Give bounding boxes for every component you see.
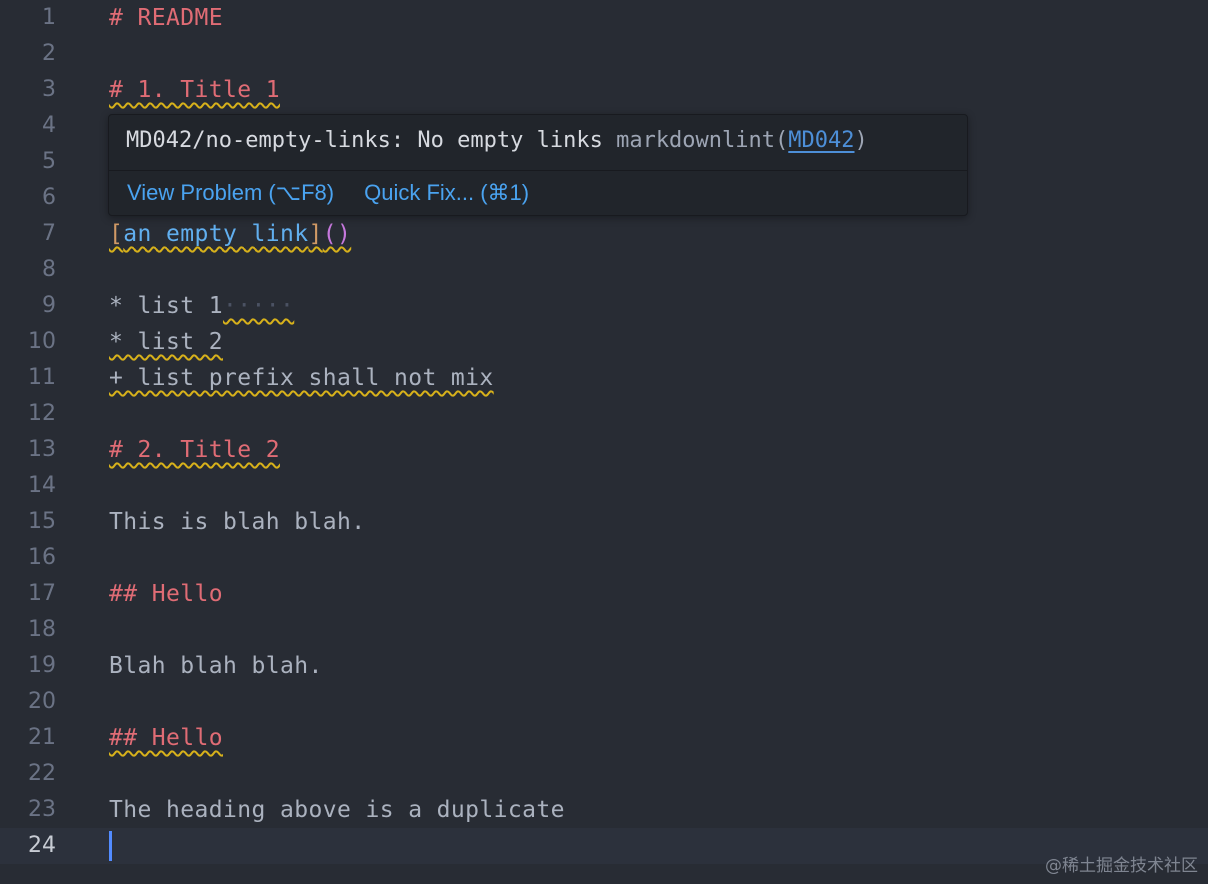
- line-number: 17: [28, 581, 56, 606]
- line-content[interactable]: * list 2: [109, 324, 223, 360]
- line-number: 1: [42, 5, 56, 30]
- line-number: 21: [28, 725, 56, 750]
- editor-line[interactable]: 3 # 1. Title 1: [0, 72, 1208, 108]
- line-number: 8: [42, 257, 56, 282]
- line-number: 3: [42, 77, 56, 102]
- line-number: 7: [42, 221, 56, 246]
- line-content[interactable]: ## Hello: [109, 720, 223, 756]
- editor-line[interactable]: 24: [0, 828, 1208, 864]
- diagnostic-hover-widget: MD042/no-empty-links: No empty links mar…: [108, 114, 968, 216]
- lint-warning-token: + list prefix shall not mix: [109, 365, 494, 391]
- editor-line[interactable]: 23 The heading above is a duplicate: [0, 792, 1208, 828]
- quick-fix-link[interactable]: Quick Fix... (⌘1): [364, 180, 529, 205]
- editor-line[interactable]: 19 Blah blah blah.: [0, 648, 1208, 684]
- editor-line[interactable]: 17 ## Hello: [0, 576, 1208, 612]
- code-token: # README: [109, 5, 223, 31]
- code-token: The heading above is a duplicate: [109, 797, 565, 823]
- code-token: ## Hello: [109, 581, 223, 607]
- editor-line[interactable]: 13 # 2. Title 2: [0, 432, 1208, 468]
- line-number: 10: [28, 329, 56, 354]
- code-token: * list 1: [109, 293, 223, 319]
- diagnostic-message: MD042/no-empty-links: No empty links mar…: [126, 123, 868, 159]
- line-number: 23: [28, 797, 56, 822]
- lint-warning-token: an empty link: [123, 221, 309, 247]
- line-number: 20: [28, 689, 56, 714]
- diagnostic-source: markdownlint(: [616, 128, 789, 153]
- line-number: 2: [42, 41, 56, 66]
- watermark: @稀土掘金技术社区: [1045, 856, 1198, 876]
- line-content[interactable]: # 1. Title 1: [109, 72, 280, 108]
- line-content[interactable]: Blah blah blah.: [109, 648, 323, 684]
- diagnostic-code-link[interactable]: MD042: [788, 128, 854, 153]
- line-number: 12: [28, 401, 56, 426]
- editor-line[interactable]: 8: [0, 252, 1208, 288]
- lint-warning-token: [: [109, 221, 124, 247]
- lint-warning-token: * list 2: [109, 329, 223, 355]
- editor-line[interactable]: 1 # README: [0, 0, 1208, 36]
- text-cursor: [109, 831, 112, 861]
- editor-line[interactable]: 10 * list 2: [0, 324, 1208, 360]
- line-number: 22: [28, 761, 56, 786]
- view-problem-link[interactable]: View Problem (⌥F8): [127, 180, 334, 205]
- editor-line[interactable]: 2: [0, 36, 1208, 72]
- line-content[interactable]: * list 1·····: [109, 288, 294, 324]
- line-number: 13: [28, 437, 56, 462]
- editor-line[interactable]: 11 + list prefix shall not mix: [0, 360, 1208, 396]
- editor-line[interactable]: 22: [0, 756, 1208, 792]
- hover-actions: View Problem (⌥F8) Quick Fix... (⌘1): [127, 175, 559, 211]
- editor-line[interactable]: 15 This is blah blah.: [0, 504, 1208, 540]
- line-number: 6: [42, 185, 56, 210]
- lint-warning-token: (): [322, 221, 352, 247]
- hover-divider: [109, 170, 967, 171]
- editor-line[interactable]: 7 [an empty link](): [0, 216, 1208, 252]
- line-number: 18: [28, 617, 56, 642]
- lint-warning-token: # 2. Title 2: [109, 437, 280, 463]
- line-number: 15: [28, 509, 56, 534]
- diagnostic-source-end: ): [854, 128, 868, 153]
- lint-warning-token: ]: [308, 221, 323, 247]
- diagnostic-rule-text: MD042/no-empty-links: No empty links: [126, 128, 617, 153]
- editor-line[interactable]: 20: [0, 684, 1208, 720]
- line-number: 19: [28, 653, 56, 678]
- code-token: Blah blah blah.: [109, 653, 323, 679]
- line-number: 11: [28, 365, 56, 390]
- line-content[interactable]: # 2. Title 2: [109, 432, 280, 468]
- code-token: This is blah blah.: [109, 509, 366, 535]
- editor-line[interactable]: 12: [0, 396, 1208, 432]
- line-content[interactable]: [an empty link](): [109, 216, 351, 252]
- editor-line[interactable]: 18: [0, 612, 1208, 648]
- editor-line[interactable]: 21 ## Hello: [0, 720, 1208, 756]
- line-content[interactable]: # README: [109, 0, 223, 36]
- line-number: 5: [42, 149, 56, 174]
- editor-line[interactable]: 16: [0, 540, 1208, 576]
- line-content[interactable]: The heading above is a duplicate: [109, 792, 565, 828]
- lint-warning-token: # 1. Title 1: [109, 77, 280, 103]
- line-content[interactable]: This is blah blah.: [109, 504, 365, 540]
- line-number: 16: [28, 545, 56, 570]
- line-number: 24: [28, 833, 56, 858]
- line-number: 4: [42, 113, 56, 138]
- line-number: 14: [28, 473, 56, 498]
- line-content[interactable]: + list prefix shall not mix: [109, 360, 494, 396]
- editor-line[interactable]: 14: [0, 468, 1208, 504]
- line-content[interactable]: ## Hello: [109, 576, 223, 612]
- lint-warning-token: ## Hello: [109, 725, 223, 751]
- line-number: 9: [42, 293, 56, 318]
- editor-line[interactable]: 9 * list 1·····: [0, 288, 1208, 324]
- lint-warning-token: ·····: [222, 293, 295, 319]
